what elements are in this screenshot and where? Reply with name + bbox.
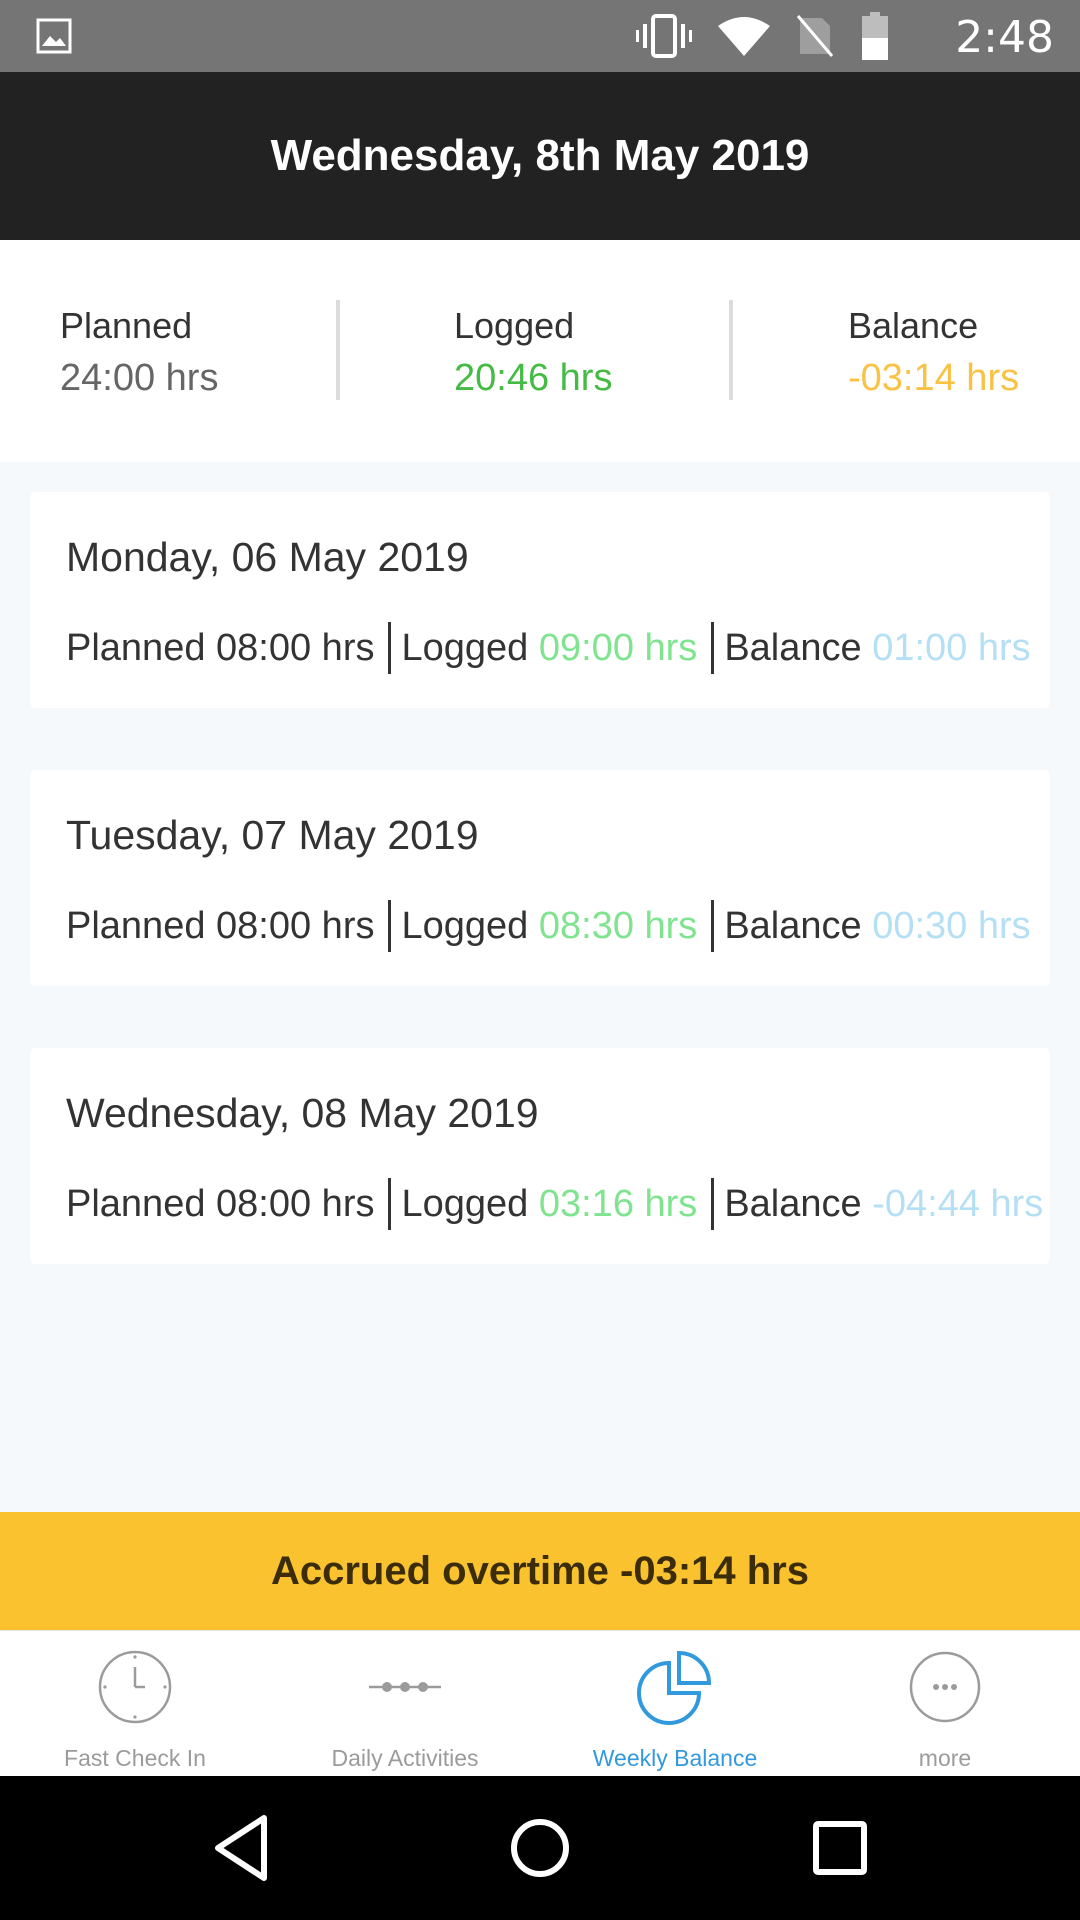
summary-logged: Logged 20:46 hrs bbox=[454, 305, 612, 400]
tab-label: Daily Activities bbox=[331, 1745, 479, 1771]
status-time: 2:48 bbox=[955, 12, 1054, 63]
day-stats: Planned 08:00 hrs Logged 03:16 hrs Balan… bbox=[66, 1178, 1043, 1230]
logged-value: 08:30 hrs bbox=[538, 904, 698, 947]
summary-logged-value: 20:46 hrs bbox=[454, 357, 613, 399]
summary-balance: Balance -03:14 hrs bbox=[848, 305, 1019, 400]
system-nav-bar bbox=[0, 1776, 1080, 1920]
summary-planned-value: 24:00 hrs bbox=[60, 357, 219, 399]
summary-divider bbox=[336, 300, 340, 400]
balance-value: -04:44 hrs bbox=[872, 1182, 1044, 1225]
logged-label: Logged bbox=[401, 626, 529, 669]
logged-value: 03:16 hrs bbox=[538, 1182, 698, 1225]
status-icons bbox=[636, 12, 890, 60]
day-stats: Planned 08:00 hrs Logged 09:00 hrs Balan… bbox=[66, 622, 1031, 674]
logged-label: Logged bbox=[401, 1182, 529, 1225]
tab-more[interactable]: more bbox=[810, 1631, 1080, 1777]
summary-planned-label: Planned bbox=[60, 305, 193, 346]
planned-value: 08:00 hrs bbox=[216, 1182, 375, 1225]
divider bbox=[711, 622, 715, 674]
divider bbox=[711, 1178, 715, 1230]
day-card[interactable]: Monday, 06 May 2019 Planned 08:00 hrs Lo… bbox=[30, 492, 1050, 708]
planned-value: 08:00 hrs bbox=[216, 626, 375, 669]
summary-balance-label: Balance bbox=[848, 305, 979, 346]
divider bbox=[388, 900, 392, 952]
day-date: Monday, 06 May 2019 bbox=[66, 534, 469, 580]
day-date: Tuesday, 07 May 2019 bbox=[66, 812, 479, 858]
tab-label: Weekly Balance bbox=[592, 1745, 758, 1771]
bottom-tab-bar: Fast Check In Daily Activities Weekly Ba… bbox=[0, 1630, 1080, 1776]
day-card[interactable]: Wednesday, 08 May 2019 Planned 08:00 hrs… bbox=[30, 1048, 1050, 1264]
day-card[interactable]: Tuesday, 07 May 2019 Planned 08:00 hrs L… bbox=[30, 770, 1050, 986]
summary-balance-value: -03:14 hrs bbox=[848, 357, 1020, 399]
summary-divider bbox=[729, 300, 733, 400]
no-sim-icon bbox=[796, 15, 834, 57]
summary-logged-label: Logged bbox=[454, 305, 575, 346]
clock-icon bbox=[98, 1650, 172, 1724]
app-header: Wednesday, 8th May 2019 bbox=[0, 72, 1080, 240]
more-icon bbox=[909, 1651, 981, 1723]
divider bbox=[711, 900, 715, 952]
page-title: Wednesday, 8th May 2019 bbox=[270, 131, 810, 180]
accrued-overtime-text: Accrued overtime -03:14 hrs bbox=[270, 1548, 809, 1593]
wifi-icon bbox=[718, 17, 770, 56]
vibrate-icon bbox=[636, 14, 692, 58]
logged-label: Logged bbox=[401, 904, 529, 947]
balance-value: 01:00 hrs bbox=[872, 626, 1031, 669]
planned-label: Planned bbox=[66, 904, 206, 947]
planned-label: Planned bbox=[66, 1182, 206, 1225]
tab-fast-check-in[interactable]: Fast Check In bbox=[0, 1631, 270, 1777]
accrued-overtime-bar: Accrued overtime -03:14 hrs bbox=[0, 1512, 1080, 1630]
battery-icon bbox=[862, 12, 888, 60]
pie-chart-icon bbox=[637, 1650, 712, 1725]
planned-label: Planned bbox=[66, 626, 206, 669]
planned-value: 08:00 hrs bbox=[216, 904, 375, 947]
back-icon[interactable] bbox=[210, 1812, 270, 1884]
day-stats: Planned 08:00 hrs Logged 08:30 hrs Balan… bbox=[66, 900, 1031, 952]
tab-label: more bbox=[918, 1745, 972, 1771]
balance-value: 00:30 hrs bbox=[872, 904, 1031, 947]
balance-label: Balance bbox=[724, 1182, 862, 1225]
summary-planned: Planned 24:00 hrs bbox=[60, 305, 218, 400]
divider bbox=[388, 622, 392, 674]
home-icon[interactable] bbox=[508, 1812, 572, 1884]
gallery-icon bbox=[36, 18, 72, 54]
tab-daily-activities[interactable]: Daily Activities bbox=[270, 1631, 540, 1777]
tab-weekly-balance[interactable]: Weekly Balance bbox=[540, 1631, 810, 1777]
balance-label: Balance bbox=[724, 904, 862, 947]
weekly-summary: Planned 24:00 hrs Logged 20:46 hrs Balan… bbox=[0, 240, 1080, 462]
status-bar: 2:48 bbox=[0, 0, 1080, 72]
tab-label: Fast Check In bbox=[64, 1745, 206, 1771]
balance-label: Balance bbox=[724, 626, 862, 669]
logged-value: 09:00 hrs bbox=[538, 626, 698, 669]
day-date: Wednesday, 08 May 2019 bbox=[66, 1090, 539, 1136]
dots-line-icon bbox=[369, 1682, 441, 1692]
divider bbox=[388, 1178, 392, 1230]
recents-icon[interactable] bbox=[812, 1812, 868, 1884]
